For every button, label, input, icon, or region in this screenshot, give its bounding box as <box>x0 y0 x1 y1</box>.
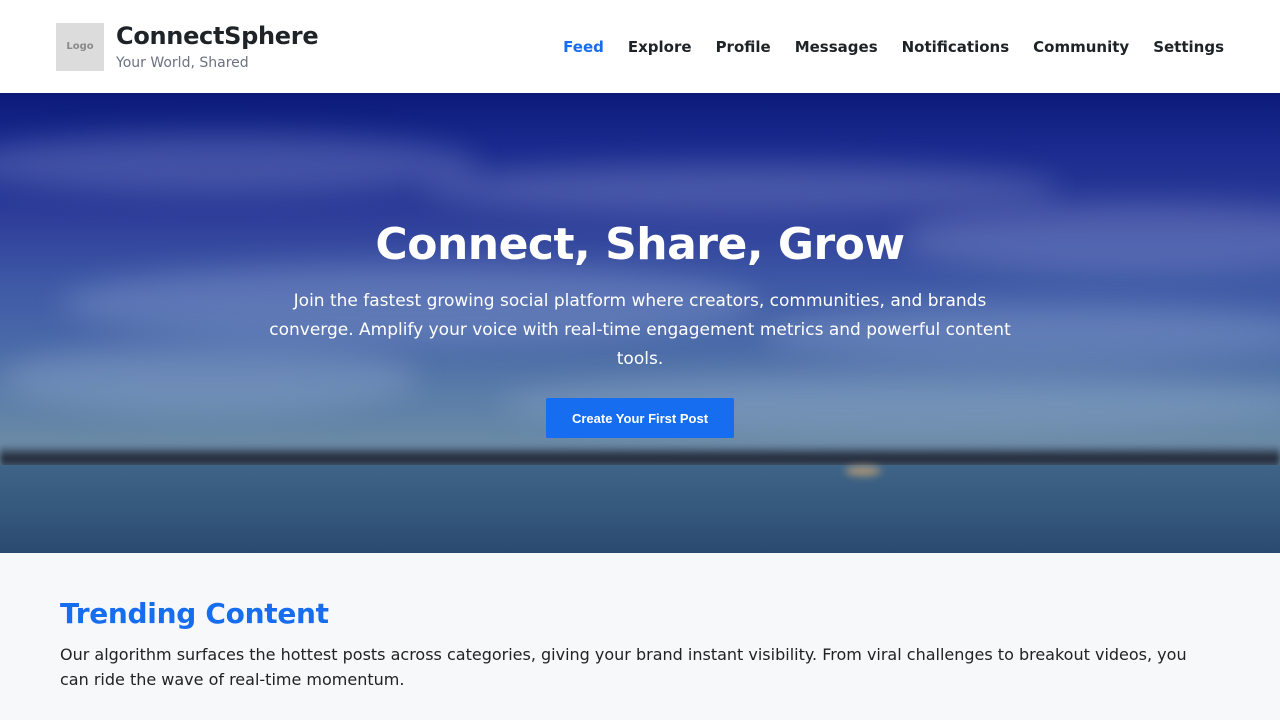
nav-item-feed[interactable]: Feed <box>563 37 604 57</box>
nav-item-profile[interactable]: Profile <box>716 37 771 57</box>
brand-name: ConnectSphere <box>116 22 319 50</box>
brand-text: ConnectSphere Your World, Shared <box>116 22 319 71</box>
hero-content: Connect, Share, Grow Join the fastest gr… <box>0 93 1280 553</box>
hero-section: Connect, Share, Grow Join the fastest gr… <box>0 93 1280 553</box>
hero-description: Join the fastest growing social platform… <box>269 291 1011 369</box>
main-nav: Feed Explore Profile Messages Notificati… <box>563 37 1224 57</box>
trending-description: Our algorithm surfaces the hottest posts… <box>60 645 1187 689</box>
create-first-post-button[interactable]: Create Your First Post <box>546 398 734 438</box>
nav-item-explore[interactable]: Explore <box>628 37 692 57</box>
nav-item-messages[interactable]: Messages <box>795 37 878 57</box>
logo-placeholder[interactable]: Logo <box>56 22 104 71</box>
brand-tagline: Your World, Shared <box>116 55 249 71</box>
brand[interactable]: Logo ConnectSphere Your World, Shared <box>56 22 319 71</box>
trending-section: Trending Content Our algorithm surfaces … <box>60 594 1220 692</box>
nav-item-settings[interactable]: Settings <box>1153 37 1224 57</box>
nav-item-community[interactable]: Community <box>1033 37 1129 57</box>
hero-title: Connect, Share, Grow <box>375 219 905 270</box>
nav-item-notifications[interactable]: Notifications <box>902 37 1010 57</box>
site-header: Logo ConnectSphere Your World, Shared Fe… <box>0 0 1280 93</box>
trending-title: Trending Content <box>60 597 329 630</box>
